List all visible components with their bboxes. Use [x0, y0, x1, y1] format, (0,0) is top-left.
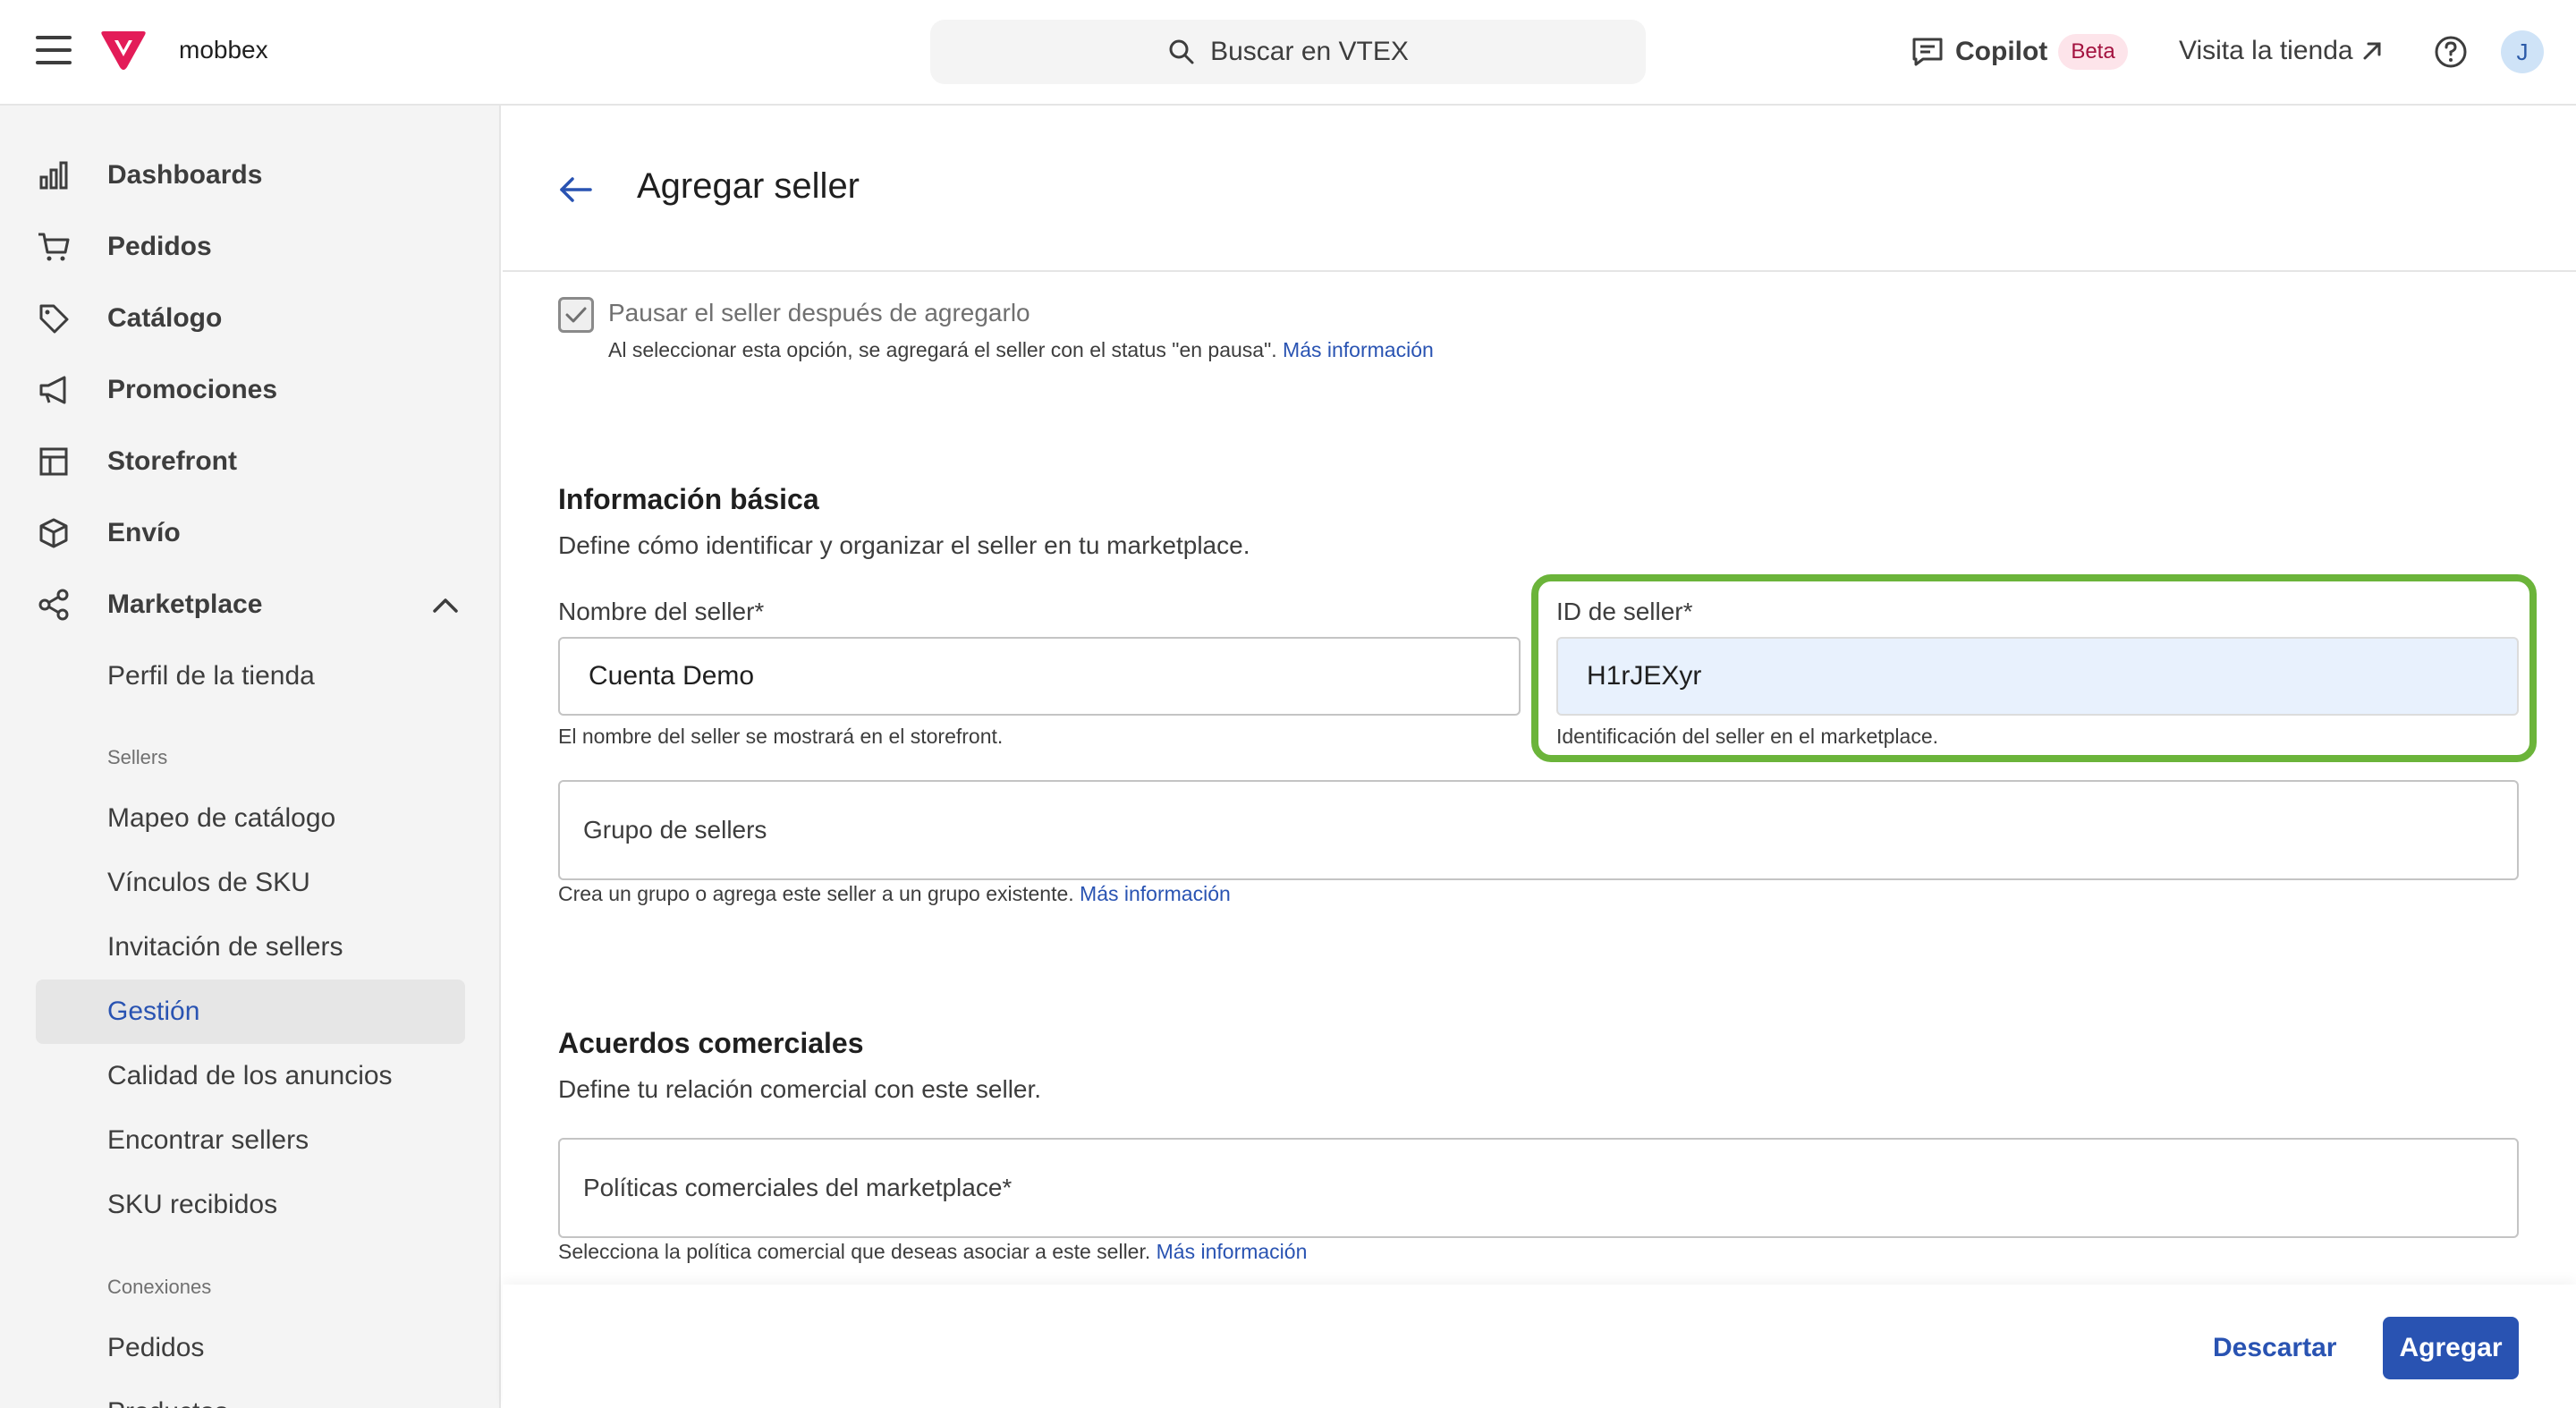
seller-id-help: Identificación del seller en el marketpl…: [1556, 725, 1939, 748]
commercial-policies-help-text: Selecciona la política comercial que des…: [558, 1240, 1151, 1263]
sidebar-item-shipping[interactable]: Envío: [36, 506, 465, 560]
copilot-button[interactable]: Copilot Beta: [1911, 32, 2128, 72]
seller-name-label: Nombre del seller*: [558, 598, 765, 625]
search-bar[interactable]: Buscar en VTEX: [930, 20, 1646, 84]
chat-icon: [1912, 38, 1943, 66]
user-avatar[interactable]: J: [2501, 30, 2544, 73]
share-icon: [38, 589, 69, 621]
checkmark-icon: [565, 307, 587, 323]
sidebar-item-label: Storefront: [107, 446, 237, 476]
copilot-label: Copilot: [1955, 37, 2048, 66]
back-arrow-icon[interactable]: [558, 175, 594, 204]
pause-seller-checkbox[interactable]: [558, 297, 594, 333]
pause-seller-help: Al seleccionar esta opción, se agregará …: [608, 338, 1434, 362]
discard-button[interactable]: Descartar: [2193, 1317, 2356, 1379]
seller-id-input[interactable]: [1556, 637, 2519, 716]
cart-icon: [38, 233, 70, 261]
sidebar-item-management[interactable]: Gestión: [36, 980, 465, 1044]
more-info-link[interactable]: Más información: [1157, 1240, 1308, 1263]
seller-group-input[interactable]: Grupo de sellers: [558, 780, 2519, 880]
sidebar-item-store-profile[interactable]: Perfil de la tienda: [36, 644, 465, 708]
sidebar-item-sku-links[interactable]: Vínculos de SKU: [36, 851, 465, 915]
sidebar-item-received-sku[interactable]: SKU recibidos: [36, 1173, 465, 1237]
search-placeholder: Buscar en VTEX: [1210, 37, 1409, 66]
pause-seller-label: Pausar el seller después de agregarlo: [608, 299, 1030, 327]
tag-icon: [39, 304, 69, 334]
sidebar-item-catalog-mapping[interactable]: Mapeo de catálogo: [36, 786, 465, 851]
commercial-policies-help: Selecciona la política comercial que des…: [558, 1240, 1307, 1264]
menu-icon[interactable]: [36, 36, 72, 68]
seller-group-help-text: Crea un grupo o agrega este seller a un …: [558, 882, 1074, 905]
sidebar-item-storefront[interactable]: Storefront: [36, 435, 465, 488]
sidebar-item-dashboards[interactable]: Dashboards: [36, 148, 465, 202]
account-name[interactable]: mobbex: [179, 36, 268, 64]
layout-icon: [39, 447, 68, 476]
pause-seller-help-text: Al seleccionar esta opción, se agregará …: [608, 338, 1277, 361]
sidebar: Dashboards Pedidos Catálogo Promociones …: [0, 106, 501, 1408]
visit-store-link[interactable]: Visita la tienda: [2179, 36, 2384, 66]
more-info-link[interactable]: Más información: [1080, 882, 1231, 905]
visit-store-label: Visita la tienda: [2179, 36, 2353, 65]
sidebar-item-orders[interactable]: Pedidos: [36, 220, 465, 274]
box-icon: [39, 518, 68, 548]
sidebar-item-label: Marketplace: [107, 589, 263, 619]
commercial-agreements-description: Define tu relación comercial con este se…: [558, 1075, 1042, 1103]
sidebar-item-connection-orders[interactable]: Pedidos: [36, 1316, 465, 1380]
page-title: Agregar seller: [637, 166, 860, 206]
more-info-link[interactable]: Más información: [1283, 338, 1434, 361]
commercial-agreements-title: Acuerdos comerciales: [558, 1027, 864, 1059]
sidebar-item-label: Promociones: [107, 375, 278, 404]
basic-info-title: Información básica: [558, 483, 819, 515]
sidebar-item-promotions[interactable]: Promociones: [36, 363, 465, 417]
sidebar-item-connection-products[interactable]: Productos: [36, 1380, 465, 1408]
chevron-up-icon[interactable]: [431, 596, 460, 614]
megaphone-icon: [39, 376, 66, 404]
sidebar-item-find-sellers[interactable]: Encontrar sellers: [36, 1108, 465, 1173]
bar-chart-icon: [39, 161, 68, 190]
commercial-policies-input[interactable]: Políticas comerciales del marketplace*: [558, 1138, 2519, 1238]
search-icon: [1169, 39, 1194, 64]
help-icon[interactable]: [2433, 34, 2469, 70]
vtex-logo: [101, 31, 146, 70]
sidebar-item-listing-quality[interactable]: Calidad de los anuncios: [36, 1044, 465, 1108]
seller-name-input[interactable]: [558, 637, 1521, 716]
commercial-policies-placeholder: Políticas comerciales del marketplace*: [583, 1174, 1013, 1201]
sidebar-item-label: Catálogo: [107, 303, 223, 333]
seller-id-label: ID de seller*: [1556, 598, 1693, 625]
sidebar-item-catalog[interactable]: Catálogo: [36, 292, 465, 345]
sidebar-item-marketplace[interactable]: Marketplace: [36, 578, 465, 632]
add-button[interactable]: Agregar: [2383, 1317, 2519, 1379]
seller-group-placeholder: Grupo de sellers: [583, 816, 767, 844]
top-bar: mobbex Buscar en VTEX Copilot Beta Visit…: [0, 0, 2576, 106]
sidebar-item-seller-invitation[interactable]: Invitación de sellers: [36, 915, 465, 980]
sidebar-section-sellers: Sellers: [107, 746, 168, 768]
external-arrow-icon: [2363, 42, 2381, 60]
page-header: Agregar seller: [503, 107, 2576, 272]
sidebar-item-label: Dashboards: [107, 160, 263, 190]
sidebar-item-label: Envío: [107, 518, 181, 547]
seller-group-help: Crea un grupo o agrega este seller a un …: [558, 882, 1231, 906]
sidebar-section-connections: Conexiones: [107, 1276, 212, 1298]
sidebar-item-label: Pedidos: [107, 232, 212, 261]
seller-name-help: El nombre del seller se mostrará en el s…: [558, 725, 1004, 748]
beta-badge: Beta: [2058, 34, 2128, 70]
basic-info-description: Define cómo identificar y organizar el s…: [558, 531, 1250, 559]
